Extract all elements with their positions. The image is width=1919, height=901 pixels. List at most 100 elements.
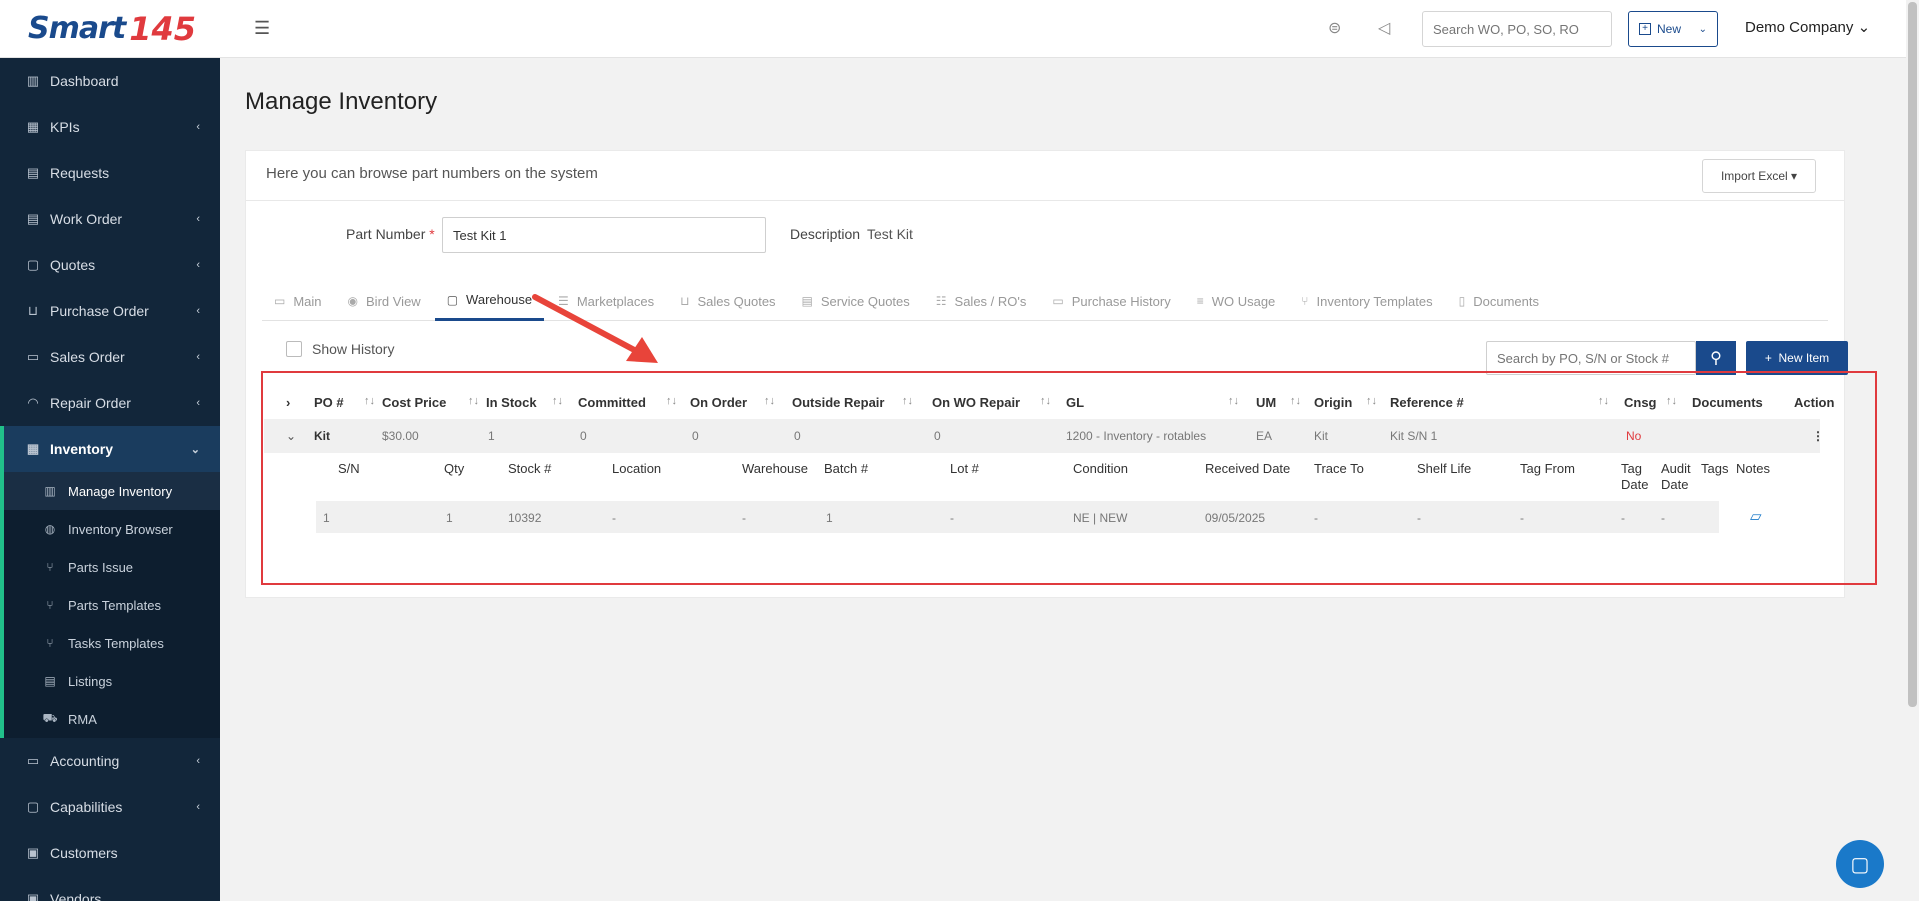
chevron-down-icon: ⌄ [1698, 23, 1707, 35]
sidebar-item-kpis[interactable]: ▦ KPIs ‹ [0, 104, 220, 150]
sort-icon[interactable]: ↑↓ [1290, 395, 1301, 407]
subnav-item-parts-templates[interactable]: ⑂ Parts Templates [4, 586, 220, 624]
show-history-checkbox[interactable] [286, 341, 302, 357]
tab-label: WO Usage [1211, 293, 1276, 309]
kpi-icon: ▦ [26, 119, 40, 134]
company-selector[interactable]: Demo Company ⌄ [1745, 18, 1870, 36]
sort-icon[interactable]: ↑↓ [902, 395, 913, 407]
chevron-left-icon: ‹ [196, 213, 200, 225]
sidebar-item-label: Work Order [50, 211, 123, 227]
capabilities-icon: ▢ [26, 799, 40, 814]
new-item-button[interactable]: + New Item [1746, 341, 1848, 375]
table-row[interactable]: ⌄ Kit $30.00 1 0 0 0 0 1200 - Inventory … [264, 419, 1824, 453]
col-um[interactable]: UM [1256, 395, 1276, 410]
col-tags: Tags [1701, 461, 1729, 476]
show-history-toggle[interactable]: Show History [286, 341, 394, 357]
sort-icon[interactable]: ↑↓ [764, 395, 775, 407]
sort-icon[interactable]: ↑↓ [364, 395, 375, 407]
menu-icon[interactable]: ☰ [254, 18, 270, 39]
tab-service-quotes[interactable]: ▤ Service Quotes [790, 281, 922, 321]
global-search-input[interactable] [1422, 11, 1612, 47]
cell-po: Kit [314, 429, 330, 443]
more-actions-icon[interactable]: ⋮ [1812, 429, 1824, 443]
sort-icon[interactable]: ↑↓ [552, 395, 563, 407]
col-outside-repair[interactable]: Outside Repair [792, 395, 884, 410]
sidebar-item-requests[interactable]: ▤ Requests [0, 150, 220, 196]
tab-bird-view[interactable]: ◉ Bird View [336, 281, 433, 321]
col-origin[interactable]: Origin [1314, 395, 1352, 410]
sidebar-item-repair-order[interactable]: ◠ Repair Order ‹ [0, 380, 220, 426]
sort-icon[interactable]: ↑↓ [1228, 395, 1239, 407]
logo-text: Smart [28, 11, 126, 46]
megaphone-icon[interactable]: ◁ [1378, 18, 1390, 38]
sub-table-row[interactable]: 1 1 10392 - - 1 - NE | NEW 09/05/2025 - … [316, 501, 1762, 533]
sidebar-item-work-order[interactable]: ▤ Work Order ‹ [0, 196, 220, 242]
sidebar-item-dashboard[interactable]: ▥ Dashboard [0, 58, 220, 104]
checklist-icon: ☷ [935, 294, 947, 308]
sort-icon[interactable]: ↑↓ [468, 395, 479, 407]
col-cnsg[interactable]: Cnsg [1624, 395, 1657, 410]
chat-button[interactable]: ▢ [1836, 840, 1884, 888]
work-order-icon: ▤ [26, 211, 40, 226]
sort-icon[interactable]: ↑↓ [1040, 395, 1051, 407]
subnav-item-manage-inventory[interactable]: ▥ Manage Inventory [4, 472, 220, 510]
sort-icon[interactable]: ↑↓ [1666, 395, 1677, 407]
sidebar-item-purchase-order[interactable]: ⊔ Purchase Order ‹ [0, 288, 220, 334]
sidebar-item-sales-order[interactable]: ▭ Sales Order ‹ [0, 334, 220, 380]
tab-inventory-templates[interactable]: ⑂ Inventory Templates [1289, 281, 1444, 321]
sidebar-item-label: Dashboard [50, 73, 119, 89]
cell-um: EA [1256, 429, 1273, 443]
col-on-wo-repair[interactable]: On WO Repair [932, 395, 1020, 410]
collapse-row-icon[interactable]: ⌄ [286, 429, 296, 443]
tab-sales-quotes[interactable]: ⊔ Sales Quotes [668, 281, 787, 321]
logo[interactable]: Smart 145 [0, 0, 220, 58]
cell-gl: 1200 - Inventory - rotables [1066, 429, 1207, 443]
subnav-item-listings[interactable]: ▤ Listings [4, 662, 220, 700]
col-reference[interactable]: Reference # [1390, 395, 1464, 410]
col-in-stock[interactable]: In Stock [486, 395, 537, 410]
col-cost-price[interactable]: Cost Price [382, 395, 446, 410]
sort-icon[interactable]: ↑↓ [666, 395, 677, 407]
note-icon[interactable]: ▱ [1750, 507, 1762, 525]
sidebar-item-capabilities[interactable]: ▢ Capabilities ‹ [0, 784, 220, 830]
col-gl[interactable]: GL [1066, 395, 1084, 410]
subnav-item-rma[interactable]: ⛟ RMA [4, 700, 220, 738]
subnav-item-tasks-templates[interactable]: ⑂ Tasks Templates [4, 624, 220, 662]
import-excel-button[interactable]: Import Excel ▾ [1702, 159, 1816, 193]
cell-qty: 1 [446, 511, 453, 525]
item-search-input[interactable] [1486, 341, 1696, 375]
tab-warehouse[interactable]: ▢ Warehouse [434, 281, 545, 321]
subnav-item-parts-issue[interactable]: ⑂ Parts Issue [4, 548, 220, 586]
robot-icon[interactable]: ⊜ [1328, 18, 1341, 38]
document-icon: ▯ [1458, 294, 1466, 308]
col-on-order[interactable]: On Order [690, 395, 747, 410]
tab-bar: ▭ Main ◉ Bird View ▢ Warehouse ☰ Marketplace… [262, 281, 1828, 321]
tab-label: Service Quotes [820, 293, 910, 309]
sidebar-item-customers[interactable]: ▣ Customers [0, 830, 220, 876]
sort-icon[interactable]: ↑↓ [1598, 395, 1609, 407]
inventory-subnav: ▥ Manage Inventory ◍ Inventory Browser ⑂ Pa… [0, 472, 220, 738]
tab-main[interactable]: ▭ Main [262, 281, 334, 321]
sort-icon[interactable]: ↑↓ [1366, 395, 1377, 407]
search-button[interactable]: ⚲ [1696, 341, 1736, 375]
sidebar-item-inventory[interactable]: ▦ Inventory ⌄ [0, 426, 220, 472]
subnav-item-inventory-browser[interactable]: ◍ Inventory Browser [4, 510, 220, 548]
tab-sales-ros[interactable]: ☷ Sales / RO's [924, 281, 1039, 321]
sidebar-item-vendors[interactable]: ▣ Vendors [0, 876, 220, 901]
scrollbar-thumb[interactable] [1908, 2, 1917, 707]
sidebar-item-accounting[interactable]: ▭ Accounting ‹ [0, 738, 220, 784]
col-po[interactable]: PO # [314, 395, 344, 410]
tab-wo-usage[interactable]: ≡ WO Usage [1185, 281, 1288, 321]
tab-purchase-history[interactable]: ▭ Purchase History [1040, 281, 1182, 321]
part-number-input[interactable] [442, 217, 766, 253]
chart-icon: ▥ [44, 484, 56, 498]
scrollbar[interactable] [1906, 0, 1919, 901]
col-committed[interactable]: Committed [578, 395, 646, 410]
new-button[interactable]: + New ⌄ [1628, 11, 1718, 47]
quote-icon: ▢ [26, 257, 40, 272]
main-nav-lower: ▭ Accounting ‹ ▢ Capabilities ‹ ▣ Customers ▣… [0, 738, 220, 901]
cell-committed: 0 [580, 429, 587, 443]
tab-documents[interactable]: ▯ Documents [1447, 281, 1551, 321]
expand-all-icon[interactable]: › [286, 395, 290, 410]
sidebar-item-quotes[interactable]: ▢ Quotes ‹ [0, 242, 220, 288]
